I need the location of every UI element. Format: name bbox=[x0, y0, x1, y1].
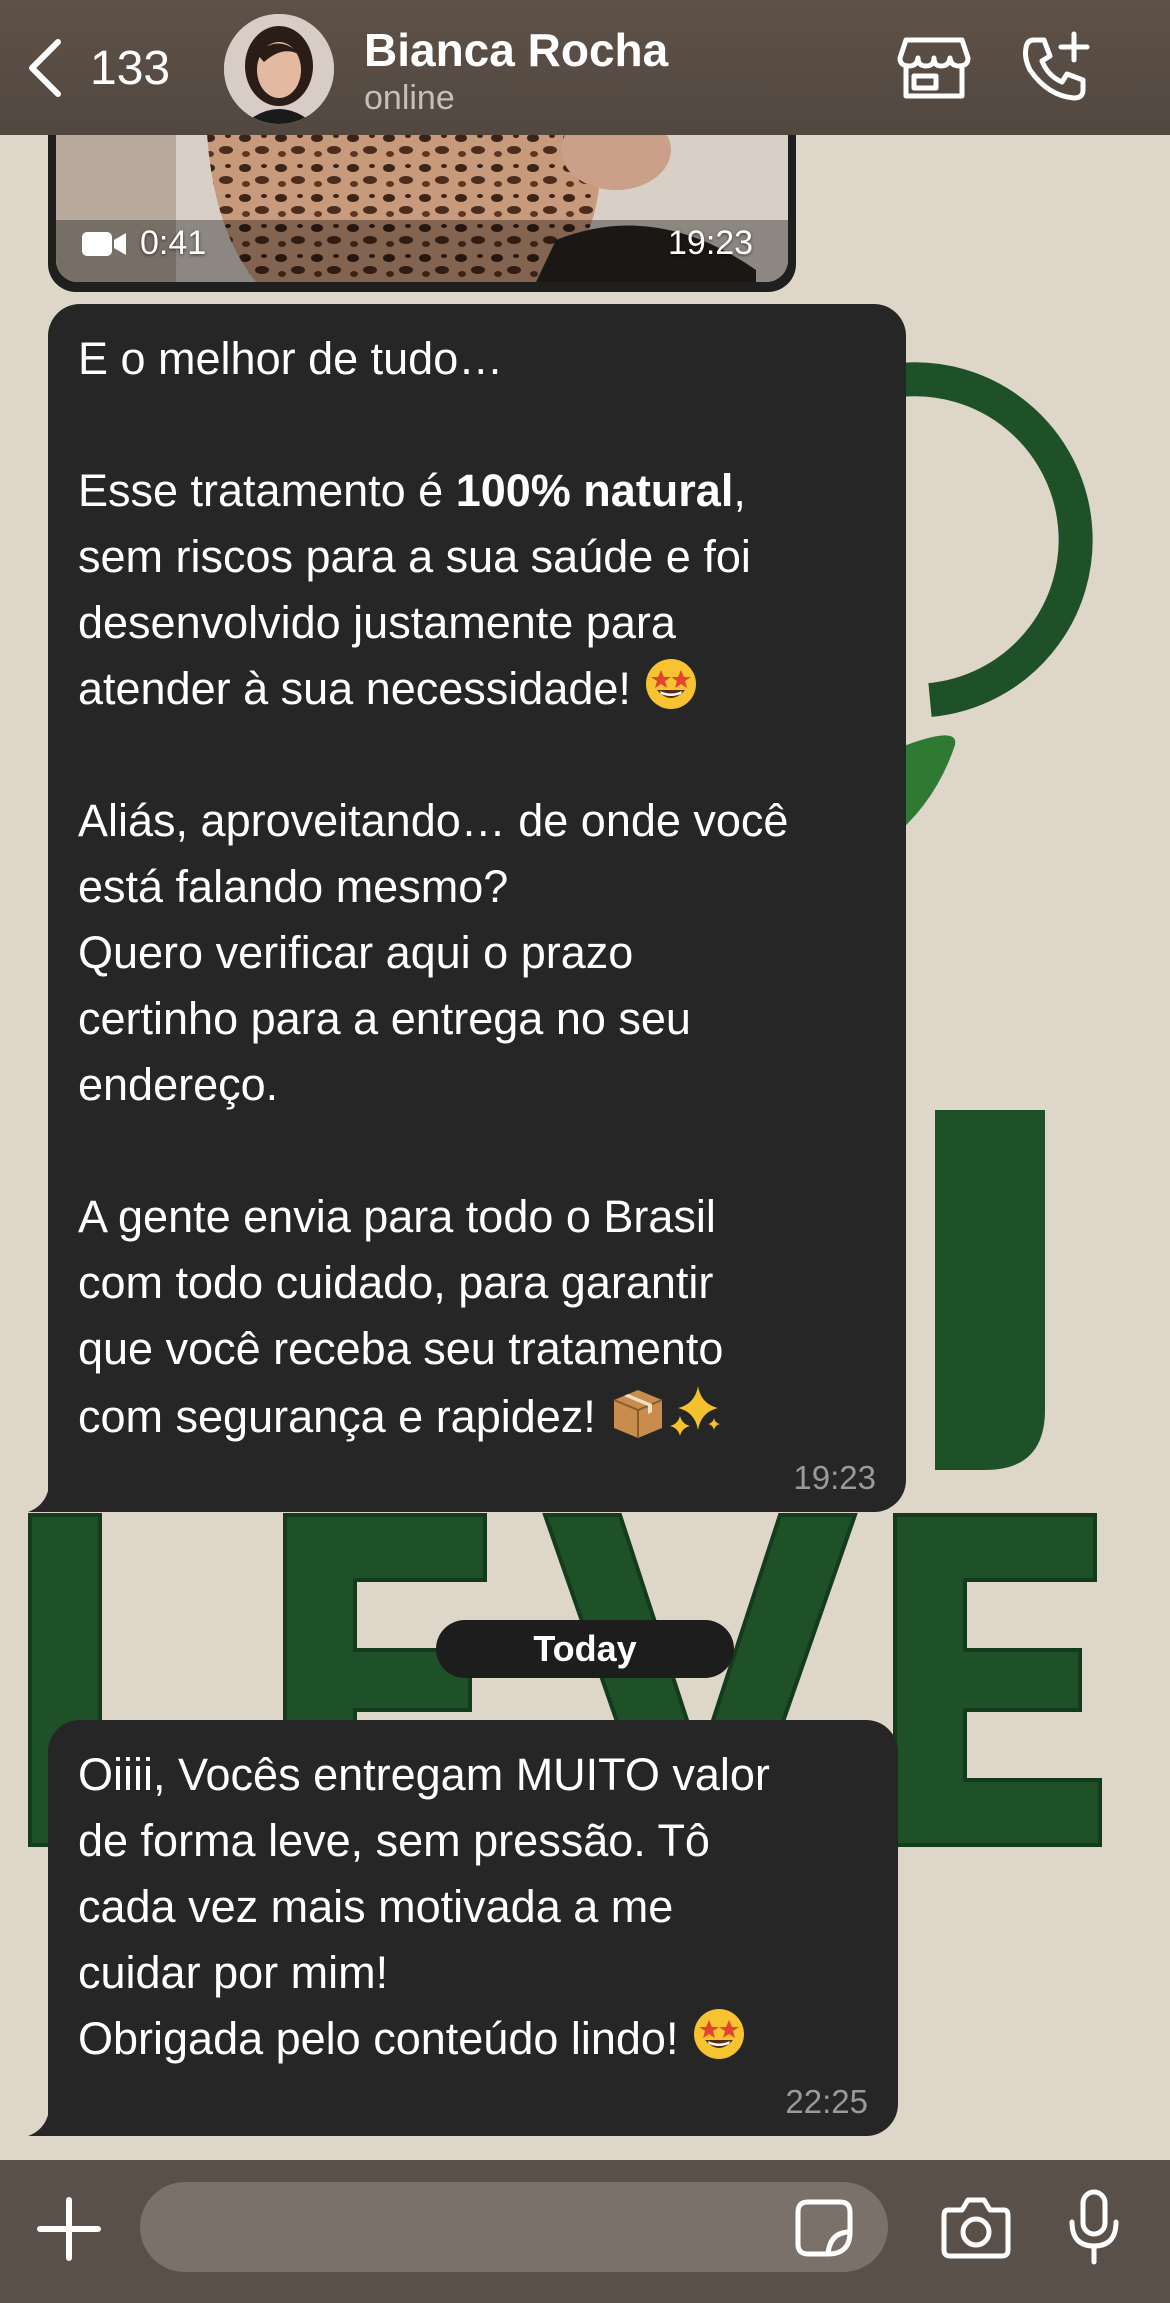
plus-icon[interactable] bbox=[36, 2196, 102, 2262]
chat-header: 133 Bianca Rocha online bbox=[0, 0, 1170, 135]
camera-icon[interactable] bbox=[940, 2194, 1012, 2260]
message-timestamp: 19:23 bbox=[793, 1459, 876, 1496]
message-paragraph: Aliás, aproveitando… de onde você está f… bbox=[78, 795, 789, 1110]
message-paragraph: Oiiii, Vocês entregam MUITO valor de for… bbox=[78, 1749, 770, 2064]
store-icon[interactable] bbox=[896, 34, 972, 102]
message-input[interactable] bbox=[140, 2182, 888, 2272]
microphone-icon[interactable] bbox=[1066, 2188, 1122, 2268]
video-duration: 0:41 bbox=[140, 224, 207, 262]
package-emoji bbox=[613, 1390, 663, 1438]
contact-status: online bbox=[364, 79, 455, 117]
message-input-bar bbox=[0, 2160, 1170, 2303]
contact-name[interactable]: Bianca Rocha bbox=[364, 22, 668, 78]
bubble-tail bbox=[28, 1476, 68, 1512]
message-bubble[interactable]: Oiiii, Vocês entregam MUITO valor de for… bbox=[28, 1720, 898, 2136]
message-text: E o melhor de tudo… Esse tratamento é 10… bbox=[78, 326, 788, 1450]
day-separator: Today bbox=[436, 1620, 734, 1678]
sparkles-emoji bbox=[670, 1386, 721, 1436]
message-paragraph: E o melhor de tudo… bbox=[78, 333, 504, 384]
message-bubble[interactable]: E o melhor de tudo… Esse tratamento é 10… bbox=[28, 304, 906, 1512]
message-timestamp: 22:25 bbox=[785, 2083, 868, 2120]
message-text: Oiiii, Vocês entregam MUITO valor de for… bbox=[78, 1742, 770, 2072]
avatar[interactable] bbox=[224, 14, 334, 124]
video-timestamp: 19:23 bbox=[668, 224, 754, 262]
bubble-tail bbox=[28, 2100, 68, 2136]
call-add-icon[interactable] bbox=[1018, 30, 1094, 106]
sticker-icon[interactable] bbox=[794, 2198, 854, 2258]
back-chevron-icon[interactable] bbox=[22, 36, 70, 100]
video-camera-icon bbox=[82, 232, 126, 256]
bold-text: 100% natural bbox=[455, 465, 734, 516]
message-paragraph: Esse tratamento é bbox=[78, 465, 456, 516]
star-struck-emoji bbox=[693, 2009, 744, 2059]
unread-count[interactable]: 133 bbox=[90, 40, 170, 98]
star-struck-emoji bbox=[646, 659, 697, 709]
